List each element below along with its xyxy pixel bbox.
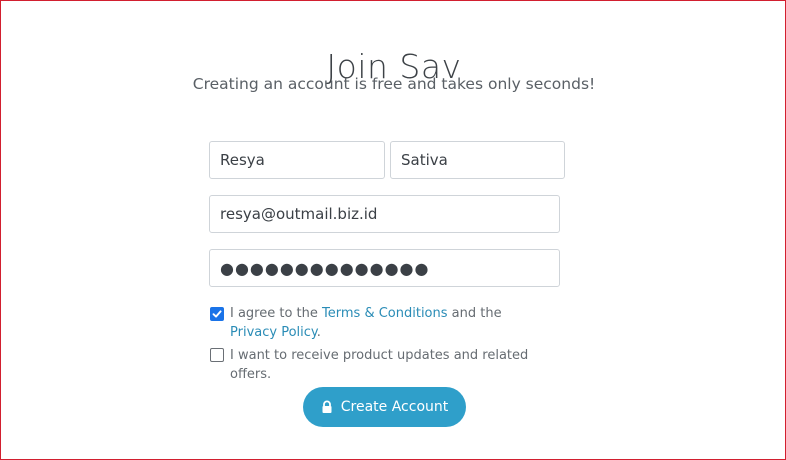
privacy-policy-link[interactable]: Privacy Policy — [230, 325, 317, 340]
terms-checkbox[interactable] — [210, 307, 224, 321]
email-field[interactable] — [209, 195, 560, 233]
updates-opt-in-label: I want to receive product updates and re… — [230, 348, 529, 382]
lock-icon — [321, 399, 333, 415]
last-name-field[interactable] — [390, 141, 565, 179]
terms-middle-text: and the — [447, 306, 502, 321]
create-account-label: Create Account — [340, 399, 449, 415]
checkmark-icon — [212, 310, 222, 318]
terms-link[interactable]: Terms & Conditions — [322, 306, 448, 321]
first-name-field[interactable] — [209, 141, 385, 179]
terms-prefix-text: I agree to the — [230, 306, 323, 321]
updates-opt-in-row[interactable]: I want to receive product updates and re… — [210, 346, 540, 384]
password-field[interactable] — [209, 249, 560, 287]
terms-suffix-text: . — [316, 325, 321, 340]
signup-window: Join Sav Creating an account is free and… — [0, 0, 786, 460]
page-subtitle: Creating an account is free and takes on… — [192, 75, 596, 93]
terms-agreement-label: I agree to the Terms & Conditions and th… — [230, 304, 540, 342]
updates-checkbox[interactable] — [210, 348, 224, 362]
create-account-button[interactable]: Create Account — [303, 387, 466, 427]
terms-agreement-row[interactable]: I agree to the Terms & Conditions and th… — [210, 304, 540, 342]
